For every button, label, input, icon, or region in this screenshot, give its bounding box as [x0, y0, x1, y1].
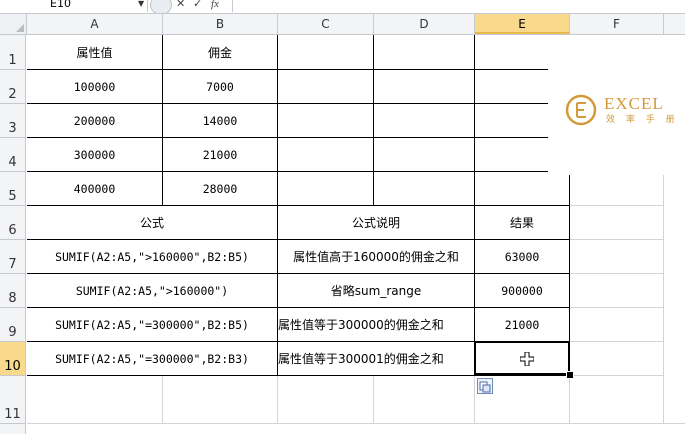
cell-a8-merged[interactable]: SUMIF(A2:A5,">160000")	[27, 274, 278, 308]
formula-input[interactable]	[232, 0, 685, 12]
cell-e7[interactable]: 63000	[475, 240, 570, 274]
cell-c6-merged[interactable]: 公式说明	[278, 206, 475, 240]
insert-function-icon[interactable]: fx	[211, 0, 219, 11]
column-header-g[interactable]	[664, 14, 685, 34]
row-header-11[interactable]: 11	[0, 376, 26, 424]
cell-c9-merged[interactable]: 属性值等于300000的佣金之和	[278, 308, 475, 342]
cell-f6[interactable]	[570, 206, 664, 240]
chevron-down-icon[interactable]: ▼	[138, 0, 144, 10]
cell-c11[interactable]	[278, 376, 374, 424]
select-all-button[interactable]	[0, 14, 27, 34]
paste-options-icon[interactable]	[477, 378, 493, 394]
formula-bar: E10 ▼ ✕ ✓ fx	[0, 0, 685, 14]
cell-c1[interactable]	[278, 35, 374, 70]
name-box[interactable]: E10	[0, 0, 148, 12]
cell-e9[interactable]: 21000	[475, 308, 570, 342]
cell-c3[interactable]	[278, 104, 374, 138]
cell-c10-merged[interactable]: 属性值等于300001的佣金之和	[278, 342, 475, 376]
cell-g-column[interactable]	[664, 35, 685, 424]
cell-f8[interactable]	[570, 274, 664, 308]
cell-b2[interactable]: 7000	[163, 70, 278, 104]
row-header-9[interactable]: 9	[0, 308, 26, 342]
cell-a6-merged[interactable]: 公式	[27, 206, 278, 240]
cell-f9[interactable]	[570, 308, 664, 342]
row-header-7[interactable]: 7	[0, 240, 26, 274]
cell-a5[interactable]: 400000	[27, 172, 163, 206]
cell-a11[interactable]	[27, 376, 163, 424]
cell-f5[interactable]	[570, 172, 664, 206]
column-header-c[interactable]: C	[278, 14, 374, 34]
cell-a7-merged[interactable]: SUMIF(A2:A5,">160000",B2:B5)	[27, 240, 278, 274]
logo-text: EXCEL	[604, 94, 664, 113]
cell-d11[interactable]	[374, 376, 475, 424]
cell-b3[interactable]: 14000	[163, 104, 278, 138]
row-header-1[interactable]: 1	[0, 35, 26, 70]
cell-f10[interactable]	[570, 342, 664, 376]
cell-c4[interactable]	[278, 138, 374, 172]
fill-handle[interactable]	[566, 371, 574, 379]
cell-d4[interactable]	[374, 138, 475, 172]
formula-bar-divider-handle[interactable]	[150, 0, 172, 13]
row-header-12[interactable]	[0, 424, 26, 434]
cell-e5[interactable]	[475, 172, 570, 206]
cell-c8-merged[interactable]: 省略sum_range	[278, 274, 475, 308]
column-header-d[interactable]: D	[374, 14, 475, 34]
row-header-10[interactable]: 10	[0, 342, 26, 376]
cell-d5[interactable]	[374, 172, 475, 206]
logo-subtitle: 效 率 手 册	[606, 115, 679, 125]
row-header-5[interactable]: 5	[0, 172, 26, 206]
plus-cursor-icon	[520, 352, 534, 366]
column-header-a[interactable]: A	[27, 14, 163, 34]
cell-a9-merged[interactable]: SUMIF(A2:A5,"=300000",B2:B5)	[27, 308, 278, 342]
cell-b5[interactable]: 28000	[163, 172, 278, 206]
cell-d3[interactable]	[374, 104, 475, 138]
row-header-6[interactable]: 6	[0, 206, 26, 240]
row-header-8[interactable]: 8	[0, 274, 26, 308]
cell-f7[interactable]	[570, 240, 664, 274]
cell-e8[interactable]: 900000	[475, 274, 570, 308]
cell-c5[interactable]	[278, 172, 374, 206]
column-headers: A B C D E F	[0, 14, 685, 35]
cell-d2[interactable]	[374, 70, 475, 104]
row-header-3[interactable]: 3	[0, 104, 26, 138]
cell-a3[interactable]: 200000	[27, 104, 163, 138]
cell-b4[interactable]: 21000	[163, 138, 278, 172]
cancel-icon[interactable]: ✕	[176, 0, 185, 11]
column-header-b[interactable]: B	[163, 14, 278, 34]
cell-b1[interactable]: 佣金	[163, 35, 278, 70]
cell-c2[interactable]	[278, 70, 374, 104]
enter-icon[interactable]: ✓	[193, 0, 202, 11]
cell-d1[interactable]	[374, 35, 475, 70]
column-header-e[interactable]: E	[475, 14, 570, 34]
cell-a1[interactable]: 属性值	[27, 35, 163, 70]
cell-a2[interactable]: 100000	[27, 70, 163, 104]
cell-b11[interactable]	[163, 376, 278, 424]
cell-f11[interactable]	[570, 376, 664, 424]
row-header-4[interactable]: 4	[0, 138, 26, 172]
cell-a4[interactable]: 300000	[27, 138, 163, 172]
cell-a10-merged[interactable]: SUMIF(A2:A5,"=300000",B2:B3)	[27, 342, 278, 376]
cell-c7-merged[interactable]: 属性值高于160000的佣金之和	[278, 240, 475, 274]
cell-e6[interactable]: 结果	[475, 206, 570, 240]
column-header-f[interactable]: F	[570, 14, 664, 34]
row-header-2[interactable]: 2	[0, 70, 26, 104]
